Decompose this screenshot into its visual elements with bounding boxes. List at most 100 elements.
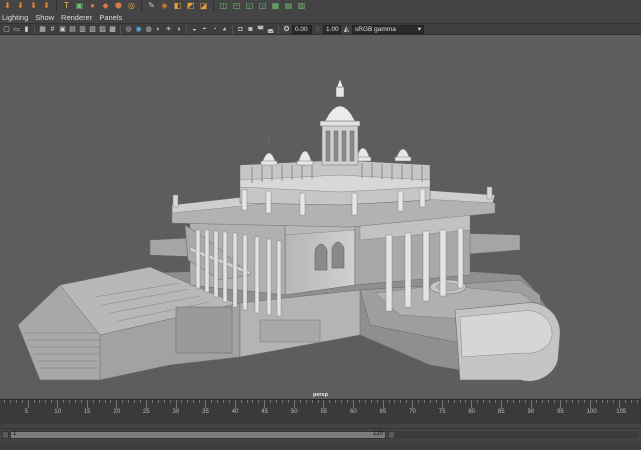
timeline-tick xyxy=(181,400,183,403)
shadows-icon[interactable]: ◑ xyxy=(174,25,183,34)
timeline-tick-label: 35 xyxy=(202,409,209,415)
arrow-down-icon[interactable]: ⬇ xyxy=(2,1,13,11)
grid-icon[interactable]: ▥ xyxy=(296,1,307,11)
motion-blur-icon[interactable]: ◓ xyxy=(200,25,209,34)
timeline-tick xyxy=(305,400,307,403)
timeline-tick xyxy=(477,400,479,403)
panel-menubar: Lighting Show Renderer Panels xyxy=(0,12,641,23)
select-camera-icon[interactable]: ▢ xyxy=(2,25,11,34)
extrude-icon[interactable]: ◧ xyxy=(172,1,183,11)
layout-tool-icon[interactable]: ▣ xyxy=(74,1,85,11)
timeline-tick xyxy=(364,400,366,403)
safe-action-icon[interactable]: ▨ xyxy=(98,25,107,34)
timeline-tick xyxy=(495,400,497,403)
timeline-tick-label: 20 xyxy=(113,409,121,415)
menu-lighting[interactable]: Lighting xyxy=(2,12,28,23)
timeline-tick xyxy=(518,400,520,403)
arrow-down-icon[interactable]: ⬇ xyxy=(15,1,26,11)
cylinder-icon[interactable]: ⬢ xyxy=(113,1,124,11)
range-start-handle[interactable] xyxy=(2,431,9,439)
timeline-tick xyxy=(500,400,502,408)
xray-joints-icon[interactable]: ◚ xyxy=(256,25,265,34)
field-chart-icon[interactable]: ▧ xyxy=(88,25,97,34)
timeline-tick xyxy=(122,400,124,403)
sculpt-tool-icon[interactable]: ✎ xyxy=(146,1,157,11)
gamma-icon: ◌ xyxy=(315,25,320,33)
anti-aliasing-icon[interactable]: ◔ xyxy=(210,25,219,34)
timeline-tick xyxy=(358,400,360,403)
xray-icon[interactable]: ◙ xyxy=(246,25,255,34)
timeline-tick-label: 10 xyxy=(54,409,61,415)
menu-panels[interactable]: Panels xyxy=(99,12,122,23)
resolution-gate-icon[interactable]: ▤ xyxy=(68,25,77,34)
film-gate-icon[interactable]: ▣ xyxy=(58,25,67,34)
bridge-icon[interactable]: ◪ xyxy=(198,1,209,11)
paint-tool-icon[interactable]: ◈ xyxy=(159,1,170,11)
checker-icon[interactable]: ▦ xyxy=(270,1,281,11)
xray-components-icon[interactable]: ◛ xyxy=(266,25,275,34)
wireframe-icon[interactable]: ◎ xyxy=(124,25,133,34)
color-management-icon[interactable]: ◭ xyxy=(342,25,351,34)
timeline-tick xyxy=(542,400,544,403)
range-start-value: 1 xyxy=(13,431,17,437)
3d-viewport[interactable]: persp xyxy=(0,35,641,399)
timeline-tick xyxy=(33,400,35,403)
shelf-separator xyxy=(141,1,142,11)
sphere-icon[interactable]: ● xyxy=(87,1,98,11)
timeline-tick xyxy=(140,400,142,403)
time-slider[interactable]: 5 10 15 20 25 30 35 40 45 50 55 60 65 70 75 80 85 90 95 100… xyxy=(0,399,641,424)
timeline-tick xyxy=(631,400,633,403)
range-slider[interactable]: 1 120 xyxy=(10,431,386,439)
timeline-tick xyxy=(524,400,526,403)
timeline-tick xyxy=(15,400,17,403)
timeline-tick xyxy=(45,400,47,403)
timeline-tick xyxy=(216,400,218,403)
safe-title-icon[interactable]: ▩ xyxy=(108,25,117,34)
smooth-icon[interactable]: ◲ xyxy=(257,1,268,11)
timeline-tick xyxy=(86,400,88,408)
timeline-tick xyxy=(193,400,195,403)
cube-icon[interactable]: ◆ xyxy=(100,1,111,11)
timeline-tick-label: 95 xyxy=(557,409,564,415)
bevel-icon[interactable]: ◩ xyxy=(185,1,196,11)
bookmark-icon[interactable]: ▮ xyxy=(22,25,31,34)
timeline-tick-label: 80 xyxy=(468,409,476,415)
exposure-field[interactable]: 0.00 xyxy=(292,24,312,34)
timeline-tick xyxy=(418,400,420,403)
timeline-tick xyxy=(483,400,485,403)
gamma-field[interactable]: 1.00 xyxy=(323,24,341,34)
gate-mask-icon[interactable]: ▥ xyxy=(78,25,87,34)
timeline-tick xyxy=(80,400,82,403)
timeline-tick xyxy=(613,400,615,403)
wireframe-on-shaded-icon[interactable]: ◍ xyxy=(144,25,153,34)
timeline-tick-label: 90 xyxy=(527,409,535,415)
combine-icon[interactable]: ◫ xyxy=(218,1,229,11)
timeline-tick xyxy=(234,400,236,408)
image-plane-icon[interactable]: ▦ xyxy=(38,25,47,34)
menu-show[interactable]: Show xyxy=(35,12,54,23)
range-end-handle[interactable] xyxy=(388,431,395,439)
timeline-tick xyxy=(98,400,100,403)
menu-renderer[interactable]: Renderer xyxy=(61,12,92,23)
uv-editor-icon[interactable]: ▤ xyxy=(283,1,294,11)
torus-icon[interactable]: ◎ xyxy=(126,1,137,11)
arrow-down-icon[interactable]: ⬇ xyxy=(41,1,52,11)
isolate-select-icon[interactable]: ◘ xyxy=(236,25,245,34)
lights-icon[interactable]: ☀ xyxy=(164,25,173,34)
depth-of-field-icon[interactable]: ◕ xyxy=(220,25,229,34)
arrow-down-icon[interactable]: ⬇ xyxy=(28,1,39,11)
ambient-occlusion-icon[interactable]: ◒ xyxy=(190,25,199,34)
color-space-dropdown[interactable]: sRGB gamma ▾ xyxy=(352,24,424,34)
timeline-tick-label: 75 xyxy=(438,409,446,415)
mirror-icon[interactable]: ◱ xyxy=(244,1,255,11)
timeline-tick-label: 55 xyxy=(320,409,328,415)
smooth-shade-icon[interactable]: ◉ xyxy=(134,25,143,34)
timeline-tick xyxy=(471,400,473,408)
timeline-tick xyxy=(258,400,260,403)
grid-icon[interactable]: # xyxy=(48,25,57,34)
camera-attributes-icon[interactable]: ▭ xyxy=(12,25,21,34)
text-tool-icon[interactable]: T xyxy=(61,1,72,11)
timeline-tick xyxy=(264,400,266,408)
separate-icon[interactable]: ◰ xyxy=(231,1,242,11)
textured-icon[interactable]: ◐ xyxy=(154,25,163,34)
